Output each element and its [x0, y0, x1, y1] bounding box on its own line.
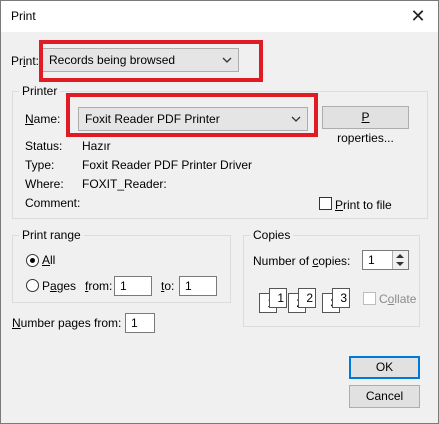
highlight-printer-select: [66, 93, 318, 137]
pages-label: Pages: [42, 279, 76, 293]
highlight-print-select: [39, 40, 263, 82]
label-access: N: [12, 316, 21, 330]
from-label: from:: [85, 279, 112, 293]
to-label: to:: [161, 279, 174, 293]
label-access: a: [50, 279, 57, 293]
from-input[interactable]: 1: [114, 276, 152, 296]
all-radio[interactable]: [26, 254, 39, 267]
status-label: Status:: [25, 139, 63, 153]
cancel-button[interactable]: Cancel: [349, 385, 420, 408]
collate-page-icon: 2: [298, 288, 316, 308]
number-pages-from-input[interactable]: 1: [125, 313, 155, 333]
label-access: P: [335, 198, 344, 212]
collate-checkbox[interactable]: [363, 292, 376, 305]
spin-down-icon[interactable]: [396, 262, 404, 266]
type-label: Type:: [25, 158, 55, 172]
label-part: ame:: [33, 112, 61, 126]
print-dialog: Print ✕ Print: Records being browsed Pri…: [0, 0, 439, 424]
label-access: P: [361, 110, 370, 124]
print-label: Print:: [11, 54, 39, 68]
properties-button[interactable]: Properties...: [322, 106, 409, 145]
copies-value: 1: [368, 253, 375, 267]
printer-name-label: Name:: [25, 112, 60, 126]
label-part: ll: [50, 253, 56, 267]
copies-label: Copies: [250, 228, 294, 242]
label-part: opies:: [318, 254, 351, 268]
print-to-file-checkbox[interactable]: [319, 197, 332, 210]
where-label: Where:: [25, 177, 64, 191]
ok-button[interactable]: OK: [349, 356, 420, 379]
label-access: N: [25, 112, 34, 126]
print-label-part: nt:: [25, 54, 40, 68]
label-part: rom:: [88, 279, 113, 293]
to-input[interactable]: 1: [179, 276, 217, 296]
copies-spin-input[interactable]: 1: [362, 250, 409, 270]
label-part: C: [379, 292, 388, 306]
label-part: roperties...: [337, 131, 394, 145]
label-part: Number of: [253, 254, 313, 268]
label-part: rint to file: [343, 198, 392, 212]
label-part: P: [42, 279, 51, 293]
printer-group-label: Printer: [19, 84, 61, 98]
print-range-label: Print range: [19, 228, 84, 242]
label-part: umber pages from:: [20, 316, 122, 330]
comment-label: Comment:: [25, 196, 81, 210]
number-of-copies-label: Number of copies:: [253, 254, 350, 268]
title-bar: Print ✕: [1, 1, 438, 32]
print-to-file-label: Print to file: [335, 198, 392, 212]
collate-page-icon: 1: [269, 288, 287, 308]
label-part: llate: [394, 292, 417, 306]
type-value: Foxit Reader PDF Printer Driver: [82, 158, 253, 172]
label-access: A: [42, 253, 51, 267]
pages-radio[interactable]: [26, 279, 39, 292]
where-value: FOXIT_Reader:: [82, 177, 167, 191]
window-title: Print: [11, 9, 36, 23]
label-part: o:: [164, 279, 175, 293]
label-part: ges: [56, 279, 77, 293]
status-value: Hazır: [82, 139, 111, 153]
collate-label: Collate: [379, 292, 416, 306]
all-label: All: [42, 253, 55, 267]
number-pages-from-label: Number pages from:: [12, 316, 121, 330]
close-icon[interactable]: ✕: [406, 5, 430, 27]
collate-page-icon: 3: [332, 288, 350, 308]
copies-group: Copies: [243, 228, 420, 327]
print-label-part: Pr: [11, 54, 23, 68]
spin-up-icon[interactable]: [396, 254, 404, 258]
spin-buttons[interactable]: [392, 251, 408, 269]
